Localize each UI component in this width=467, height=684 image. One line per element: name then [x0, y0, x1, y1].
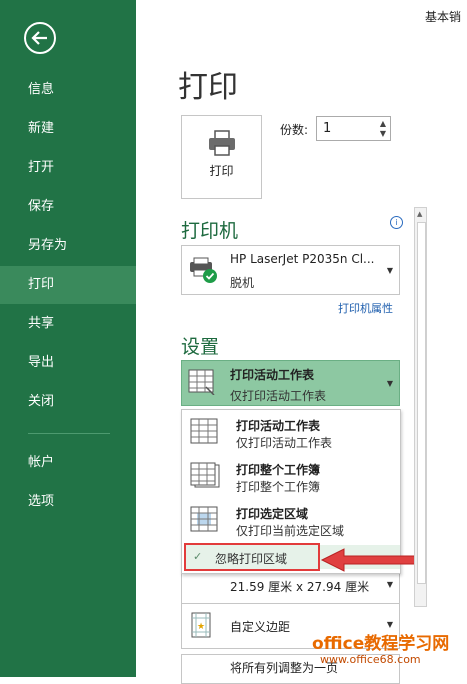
printer-properties-link[interactable]: 打印机属性 — [338, 300, 393, 316]
sidebar-item-export[interactable]: 导出 — [0, 344, 136, 382]
menu-item-print-active-sheets[interactable]: 打印活动工作表 仅打印活动工作表 — [182, 412, 400, 454]
printer-name: HP LaserJet P2035n Cl... — [230, 252, 375, 266]
menu-item-subtitle: 打印整个工作簿 — [236, 480, 321, 494]
printer-offline-icon — [190, 257, 217, 283]
sidebar-item-print[interactable]: 打印 — [0, 266, 136, 304]
info-icon[interactable]: i — [390, 216, 403, 229]
printer-icon — [209, 130, 235, 156]
sheet-icon — [188, 369, 215, 395]
spin-up-icon[interactable]: ▲ — [380, 119, 386, 128]
selection-icon — [190, 506, 218, 532]
active-sheet-icon — [190, 418, 218, 444]
margins-value: 自定义边距 — [230, 620, 291, 634]
ignore-print-area-option[interactable]: ✓ 忽略打印区域 — [184, 543, 320, 571]
scrollbar-thumb[interactable] — [417, 222, 426, 584]
sidebar-item-info[interactable]: 信息 — [0, 71, 136, 109]
sidebar-item-new[interactable]: 新建 — [0, 110, 136, 148]
print-scope-dropdown[interactable]: 打印活动工作表 仅打印活动工作表 ▼ — [181, 360, 400, 406]
selected-scope-subtitle: 仅打印活动工作表 — [230, 389, 327, 403]
menu-item-subtitle: 仅打印当前选定区域 — [236, 524, 345, 538]
chevron-down-icon: ▼ — [386, 580, 393, 589]
sidebar-item-save[interactable]: 保存 — [0, 188, 136, 226]
settings-section-title: 设置 — [181, 336, 220, 358]
copies-value[interactable]: 1 — [323, 121, 331, 136]
menu-item-print-entire-workbook[interactable]: 打印整个工作簿 打印整个工作簿 — [182, 456, 400, 498]
workbook-icon — [190, 462, 220, 488]
settings-scrollbar[interactable]: ▲ — [414, 207, 427, 607]
annotation-arrow-icon — [320, 548, 423, 572]
copies-stepper[interactable]: 1 ▲ ▼ — [316, 116, 391, 141]
margins-icon: ★ — [191, 612, 211, 638]
sidebar-divider — [28, 433, 110, 434]
menu-item-title: 打印活动工作表 — [236, 419, 321, 433]
selected-scope-title: 打印活动工作表 — [230, 368, 315, 382]
checkmark-icon: ✓ — [193, 550, 203, 563]
printer-selector[interactable]: HP LaserJet P2035n Cl... 脱机 ▼ — [181, 245, 400, 295]
menu-item-title: 打印选定区域 — [236, 507, 309, 521]
watermark-url: www.office68.com — [320, 653, 421, 666]
sidebar-item-close[interactable]: 关闭 — [0, 383, 136, 421]
printer-status: 脱机 — [230, 276, 255, 290]
sidebar-item-share[interactable]: 共享 — [0, 305, 136, 343]
chevron-down-icon: ▼ — [386, 266, 393, 275]
print-button[interactable]: 打印 — [181, 115, 262, 199]
sidebar-item-options[interactable]: 选项 — [0, 483, 136, 521]
back-button[interactable] — [24, 22, 56, 54]
printer-section-title: 打印机 — [181, 220, 239, 242]
chevron-down-icon: ▼ — [386, 620, 393, 629]
print-button-label: 打印 — [209, 164, 234, 178]
scroll-up-icon[interactable]: ▲ — [417, 210, 422, 218]
menu-item-title: 打印整个工作簿 — [236, 463, 321, 477]
paper-size-value: 21.59 厘米 x 27.94 厘米 — [230, 580, 370, 594]
sidebar-item-account[interactable]: 帐户 — [0, 444, 136, 482]
page-title: 打印 — [178, 70, 238, 105]
chevron-down-icon: ▼ — [386, 379, 393, 388]
ignore-print-area-label: 忽略打印区域 — [215, 552, 288, 566]
sidebar-item-save-as[interactable]: 另存为 — [0, 227, 136, 265]
sidebar-item-open[interactable]: 打开 — [0, 149, 136, 187]
menu-item-subtitle: 仅打印活动工作表 — [236, 436, 333, 450]
window-title-fragment: 基本销 — [424, 10, 461, 24]
menu-item-print-selection[interactable]: 打印选定区域 仅打印当前选定区域 — [182, 500, 400, 542]
copies-label: 份数: — [280, 123, 309, 137]
backstage-sidebar: 信息 新建 打开 保存 另存为 打印 共享 导出 关闭 帐户 选项 — [0, 0, 136, 677]
back-arrow-icon — [31, 31, 47, 45]
spin-down-icon[interactable]: ▼ — [380, 129, 386, 138]
svg-text:★: ★ — [197, 622, 205, 632]
watermark-title: office教程学习网 — [312, 634, 450, 654]
